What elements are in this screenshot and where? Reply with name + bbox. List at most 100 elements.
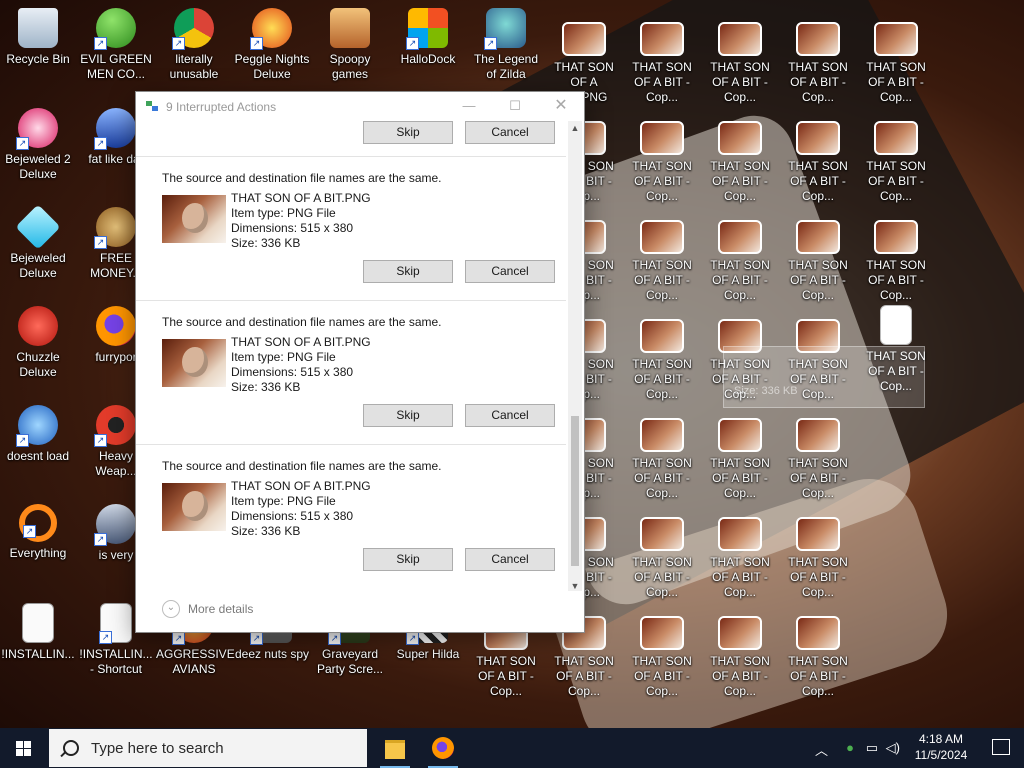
diamond-icon	[15, 204, 61, 250]
cancel-button[interactable]: Cancel	[465, 121, 555, 144]
scrollbar-thumb[interactable]	[571, 416, 579, 566]
vertical-scrollbar[interactable]: ▲ ▼	[568, 121, 582, 591]
desktop-icon-chrome[interactable]: ↗ literally unusable	[156, 8, 232, 82]
desktop-icon-png-copy[interactable]: THAT SON OF A BIT - Cop...	[624, 16, 700, 105]
clock-time: 4:18 AM	[918, 732, 964, 746]
scroll-up-icon[interactable]: ▲	[568, 123, 582, 133]
conflict-message: The source and destination file names ar…	[162, 315, 442, 329]
scroll-down-icon[interactable]: ▼	[568, 581, 582, 591]
more-details-toggle[interactable]: ⌄ More details	[162, 600, 253, 618]
desktop-icon-png-copy[interactable]: THAT SON OF A BIT - Cop...	[858, 16, 934, 105]
desktop-icon-zilda[interactable]: ↗ The Legend of Zilda	[468, 8, 544, 82]
chevron-up-icon[interactable]: ︿	[815, 740, 828, 759]
conflict-message: The source and destination file names ar…	[162, 171, 442, 185]
file-copy-icon	[146, 100, 160, 113]
image-thumbnail-icon	[640, 220, 684, 254]
minimize-button[interactable]: —	[446, 92, 492, 121]
image-file-icon	[880, 305, 912, 345]
start-button[interactable]	[0, 728, 48, 768]
desktop-icon-png-copy[interactable]: THAT SON OF A BIT - Cop...	[858, 214, 934, 303]
desktop-icon-png-copy[interactable]: THAT SON OF A BIT - Cop...	[702, 16, 778, 105]
cancel-button[interactable]: Cancel	[465, 260, 555, 283]
desktop-icon-recycle-bin[interactable]: Recycle Bin	[0, 8, 76, 67]
clock[interactable]: 4:18 AM 11/5/2024	[906, 731, 976, 763]
desktop-icon-bejeweled[interactable]: Bejeweled Deluxe	[0, 204, 76, 281]
desktop-icon-installin[interactable]: !INSTALLIN...	[0, 603, 76, 662]
skip-button[interactable]: Skip	[363, 548, 453, 571]
image-thumbnail-icon	[718, 616, 762, 650]
drag-ghost-tooltip: Size: 336 KB	[723, 346, 925, 408]
image-thumbnail-icon	[796, 220, 840, 254]
image-thumbnail-icon	[640, 418, 684, 452]
desktop-icon-png-copy[interactable]: THAT SON OF A BIT - Cop...	[624, 412, 700, 501]
skip-button[interactable]: Skip	[363, 260, 453, 283]
image-thumbnail-icon	[562, 22, 606, 56]
image-thumbnail-icon	[874, 121, 918, 155]
image-thumbnail-icon	[640, 121, 684, 155]
cancel-button[interactable]: Cancel	[465, 548, 555, 571]
desktop-icon-png-copy[interactable]: THAT SON OF A BIT - Cop...	[780, 412, 856, 501]
windows-shield-icon: ↗	[406, 8, 448, 50]
desktop-icon-png-copy[interactable]: THAT SON OF A BIT - Cop...	[702, 412, 778, 501]
desktop-icon-png-copy[interactable]: THAT SON OF A BIT - Cop...	[624, 115, 700, 204]
close-button[interactable]: ✕	[538, 92, 584, 121]
desktop-icon-hallodock[interactable]: ↗ HalloDock	[390, 8, 466, 67]
image-thumbnail-icon	[640, 616, 684, 650]
desktop-icon-bejeweled-2[interactable]: ↗ Bejeweled 2 Deluxe	[0, 108, 76, 182]
desktop-icon-png-copy[interactable]: THAT SON OF A BIT - Cop...	[780, 16, 856, 105]
desktop-icon-png-copy[interactable]: THAT SON OF A BIT - Cop...	[780, 115, 856, 204]
people-icon[interactable]: ●	[846, 740, 854, 755]
file-explorer-taskbar-button[interactable]	[372, 732, 418, 768]
dialog-title: 9 Interrupted Actions	[166, 99, 277, 114]
firefox-icon	[96, 306, 136, 346]
desktop-icon-doesnt-load[interactable]: ↗ doesnt load	[0, 405, 76, 464]
file-dimensions: Dimensions: 515 x 380	[231, 509, 354, 523]
interrupted-actions-dialog: 9 Interrupted Actions — ☐ ✕ Skip Cancel …	[135, 91, 585, 633]
file-info: THAT SON OF A BIT.PNG Item type: PNG Fil…	[231, 335, 371, 395]
desktop-icon-png-copy[interactable]: THAT SON OF A BIT - Cop...	[780, 214, 856, 303]
bejeweled-2-icon: ↗	[16, 108, 58, 150]
taskbar-search[interactable]: Type here to search	[49, 729, 367, 767]
file-size: Size: 336 KB	[231, 524, 301, 538]
desktop-icon-everything[interactable]: ↗ Everything	[0, 504, 76, 561]
conflict-item: The source and destination file names ar…	[136, 156, 566, 301]
conflict-list: Skip Cancel The source and destination f…	[136, 121, 566, 581]
image-thumbnail-icon	[718, 22, 762, 56]
cancel-button[interactable]: Cancel	[465, 404, 555, 427]
skip-button[interactable]: Skip	[363, 404, 453, 427]
notification-icon[interactable]	[992, 739, 1010, 755]
search-icon: ↗	[19, 504, 57, 542]
desktop-icon-png-copy[interactable]: THAT SON OF A BIT - Cop...	[624, 511, 700, 600]
peggle-icon: ↗	[250, 8, 292, 50]
desktop-icon-png-copy[interactable]: THAT SON OF A BIT - Cop...	[780, 610, 856, 699]
image-thumbnail-icon	[796, 22, 840, 56]
desktop-icon-chuzzle[interactable]: Chuzzle Deluxe	[0, 306, 76, 380]
recycle-bin-icon	[18, 8, 58, 48]
desktop-icon-png-copy[interactable]: THAT SON OF A BIT - Cop...	[624, 610, 700, 699]
desktop-icon-spoopy-games[interactable]: Spoopy games	[312, 8, 388, 82]
desktop-icon-png-copy[interactable]: THAT SON OF A BIT - Cop...	[702, 115, 778, 204]
skip-button[interactable]: Skip	[363, 121, 453, 144]
folder-icon	[385, 740, 405, 759]
desktop-icon-png-copy[interactable]: THAT SON OF A BIT - Cop...	[702, 214, 778, 303]
radiation-icon: ↗	[94, 405, 136, 447]
volume-icon[interactable]: ◁)	[886, 740, 900, 756]
file-type: Item type: PNG File	[231, 494, 336, 508]
image-thumbnail-icon	[718, 121, 762, 155]
dialog-titlebar[interactable]: 9 Interrupted Actions — ☐ ✕	[136, 92, 584, 121]
desktop-icon-png-copy[interactable]: THAT SON OF A BIT - Cop...	[702, 511, 778, 600]
image-thumbnail-icon	[640, 319, 684, 353]
network-icon[interactable]: ▭	[866, 740, 878, 756]
maximize-button[interactable]: ☐	[492, 92, 538, 121]
desktop-icon-png-copy[interactable]: THAT SON OF A BIT - Cop...	[624, 214, 700, 303]
desktop-icon-png-copy[interactable]: THAT SON OF A BIT - Cop...	[702, 610, 778, 699]
desktop-icon-peggle[interactable]: ↗ Peggle Nights Deluxe	[234, 8, 310, 82]
firefox-taskbar-button[interactable]	[420, 732, 466, 768]
more-details-label: More details	[188, 602, 254, 616]
desktop-icon-evil-green-men[interactable]: ↗ EVIL GREEN MEN CO...	[78, 8, 154, 82]
desktop-icon-png-copy[interactable]: THAT SON OF A BIT - Cop...	[858, 115, 934, 204]
desktop-icon-png-copy[interactable]: THAT SON OF A BIT - Cop...	[624, 313, 700, 402]
green-men-icon: ↗	[94, 8, 136, 50]
file-dimensions: Dimensions: 515 x 380	[231, 365, 354, 379]
desktop-icon-png-copy[interactable]: THAT SON OF A BIT - Cop...	[780, 511, 856, 600]
